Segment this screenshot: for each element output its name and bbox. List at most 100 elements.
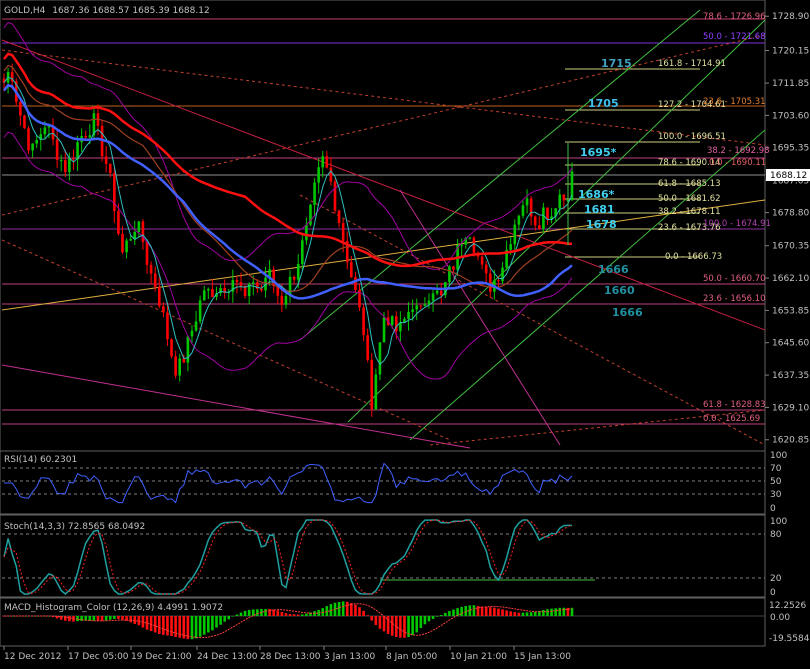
- candle-body: [468, 237, 472, 239]
- candle-body: [149, 264, 153, 274]
- macd-bar: [100, 616, 104, 621]
- macd-bar: [542, 609, 545, 616]
- time-label: 19 Dec 21:00: [131, 652, 192, 662]
- price-tick-label: 1653.85: [772, 306, 809, 316]
- candle-body: [137, 221, 141, 232]
- macd-bar: [448, 611, 451, 616]
- candle-body: [305, 224, 308, 241]
- stoch-title: Stoch(14,3,3) 72.8565 68.0492: [4, 522, 145, 532]
- fib-label: 100.0 - 1696.51: [658, 132, 726, 142]
- macd-bar: [370, 616, 374, 621]
- macd-bar: [493, 607, 496, 616]
- price-tick-label: 1703.60: [772, 111, 809, 121]
- macd-bar: [382, 616, 386, 632]
- macd-bar: [509, 611, 513, 616]
- svg-text:80: 80: [770, 530, 782, 540]
- candle-body: [509, 244, 513, 250]
- price-tick-label: 1695.35: [772, 144, 809, 154]
- macd-bar: [219, 616, 222, 625]
- candle-body: [329, 167, 333, 182]
- fib-label: 61.8 - 1628.83: [703, 400, 766, 410]
- candle-body: [423, 304, 427, 306]
- candle-body: [370, 359, 374, 410]
- current-price-label: 1688.12: [770, 171, 807, 181]
- fib-label: 38.2 - 1678.11: [658, 207, 721, 217]
- macd-bar: [529, 612, 533, 616]
- candle-body: [68, 158, 71, 173]
- candle-body: [313, 182, 316, 205]
- candle-body: [301, 240, 304, 264]
- macd-bar: [354, 604, 357, 616]
- candle-body: [63, 160, 67, 173]
- macd-bar: [288, 613, 292, 616]
- fib-label: 50.0 - 1721.68: [703, 32, 766, 42]
- macd-bar: [533, 611, 537, 616]
- macd-bar: [460, 606, 463, 616]
- svg-text:100: 100: [770, 451, 787, 461]
- price-chart[interactable]: GOLD,H4 1687.36 1688.57 1685.39 1688.12 …: [0, 0, 810, 665]
- macd-bar: [284, 613, 288, 616]
- macd-bar: [149, 616, 153, 632]
- time-axis: 12 Dec 2012 17 Dec 05:00 19 Dec 21:00 24 De…: [3, 646, 571, 662]
- svg-text:0: 0: [770, 504, 776, 514]
- candle-body: [325, 156, 329, 168]
- svg-text:100: 100: [770, 517, 787, 527]
- candle-body: [170, 339, 173, 357]
- macd-bar: [558, 607, 562, 616]
- time-label: 8 Jan 05:00: [386, 652, 438, 662]
- macd-bar: [190, 616, 194, 640]
- macd-bar: [235, 614, 239, 616]
- candle-body: [337, 210, 341, 224]
- price-tick-label: 1620.85: [772, 436, 809, 446]
- time-label: 17 Dec 05:00: [68, 652, 129, 662]
- candle-body: [350, 262, 353, 278]
- macd-bar: [480, 606, 484, 616]
- candle-body: [141, 221, 145, 243]
- candle-body: [542, 207, 545, 229]
- candle-body: [280, 295, 284, 305]
- macd-bar: [378, 616, 382, 629]
- candle-body: [166, 312, 169, 340]
- candle-body: [562, 194, 566, 201]
- svg-text:12.2526: 12.2526: [769, 601, 806, 611]
- macd-bar: [415, 616, 419, 633]
- macd-bar: [435, 616, 439, 617]
- time-label: 28 Dec 13:00: [260, 652, 321, 662]
- level-label: 1681: [584, 203, 615, 216]
- svg-text:0: 0: [770, 588, 776, 598]
- macd-bar: [358, 607, 361, 616]
- price-tick-label: 1645.60: [772, 339, 809, 349]
- macd-axis: 12.2526 0.00 -19.5584: [769, 601, 810, 644]
- candle-body: [251, 282, 255, 284]
- macd-bar: [301, 614, 304, 616]
- candle-body: [488, 273, 492, 292]
- macd-bar: [337, 602, 341, 616]
- macd-bar: [117, 616, 120, 620]
- fib-label: 50.0 - 1660.70: [703, 274, 766, 284]
- macd-bar: [431, 616, 435, 620]
- macd-bar: [108, 616, 112, 620]
- macd-bar: [211, 616, 214, 631]
- fib-label: 0.0 - 1666.73: [665, 252, 722, 262]
- macd-bar: [472, 605, 476, 616]
- macd-bar: [366, 615, 369, 616]
- candle-body: [362, 307, 365, 336]
- candle-body: [108, 163, 112, 174]
- candle-body: [121, 233, 124, 253]
- macd-bar: [264, 608, 267, 616]
- candle-body: [284, 296, 288, 305]
- candle-body: [354, 277, 357, 290]
- macd-bar: [92, 616, 96, 621]
- candle-body: [72, 158, 75, 160]
- candle-body: [538, 225, 541, 229]
- macd-bar: [362, 610, 365, 616]
- candle-body: [162, 306, 165, 313]
- macd-bar: [239, 612, 243, 616]
- fib-label: 0.0 - 1690.11: [709, 158, 766, 168]
- macd-bar: [517, 612, 521, 616]
- rsi-axis: 100 70 50 30 0: [770, 451, 787, 514]
- macd-bar: [554, 608, 557, 616]
- candle-body: [272, 269, 275, 287]
- macd-bar: [513, 612, 517, 616]
- candle-body: [153, 273, 157, 287]
